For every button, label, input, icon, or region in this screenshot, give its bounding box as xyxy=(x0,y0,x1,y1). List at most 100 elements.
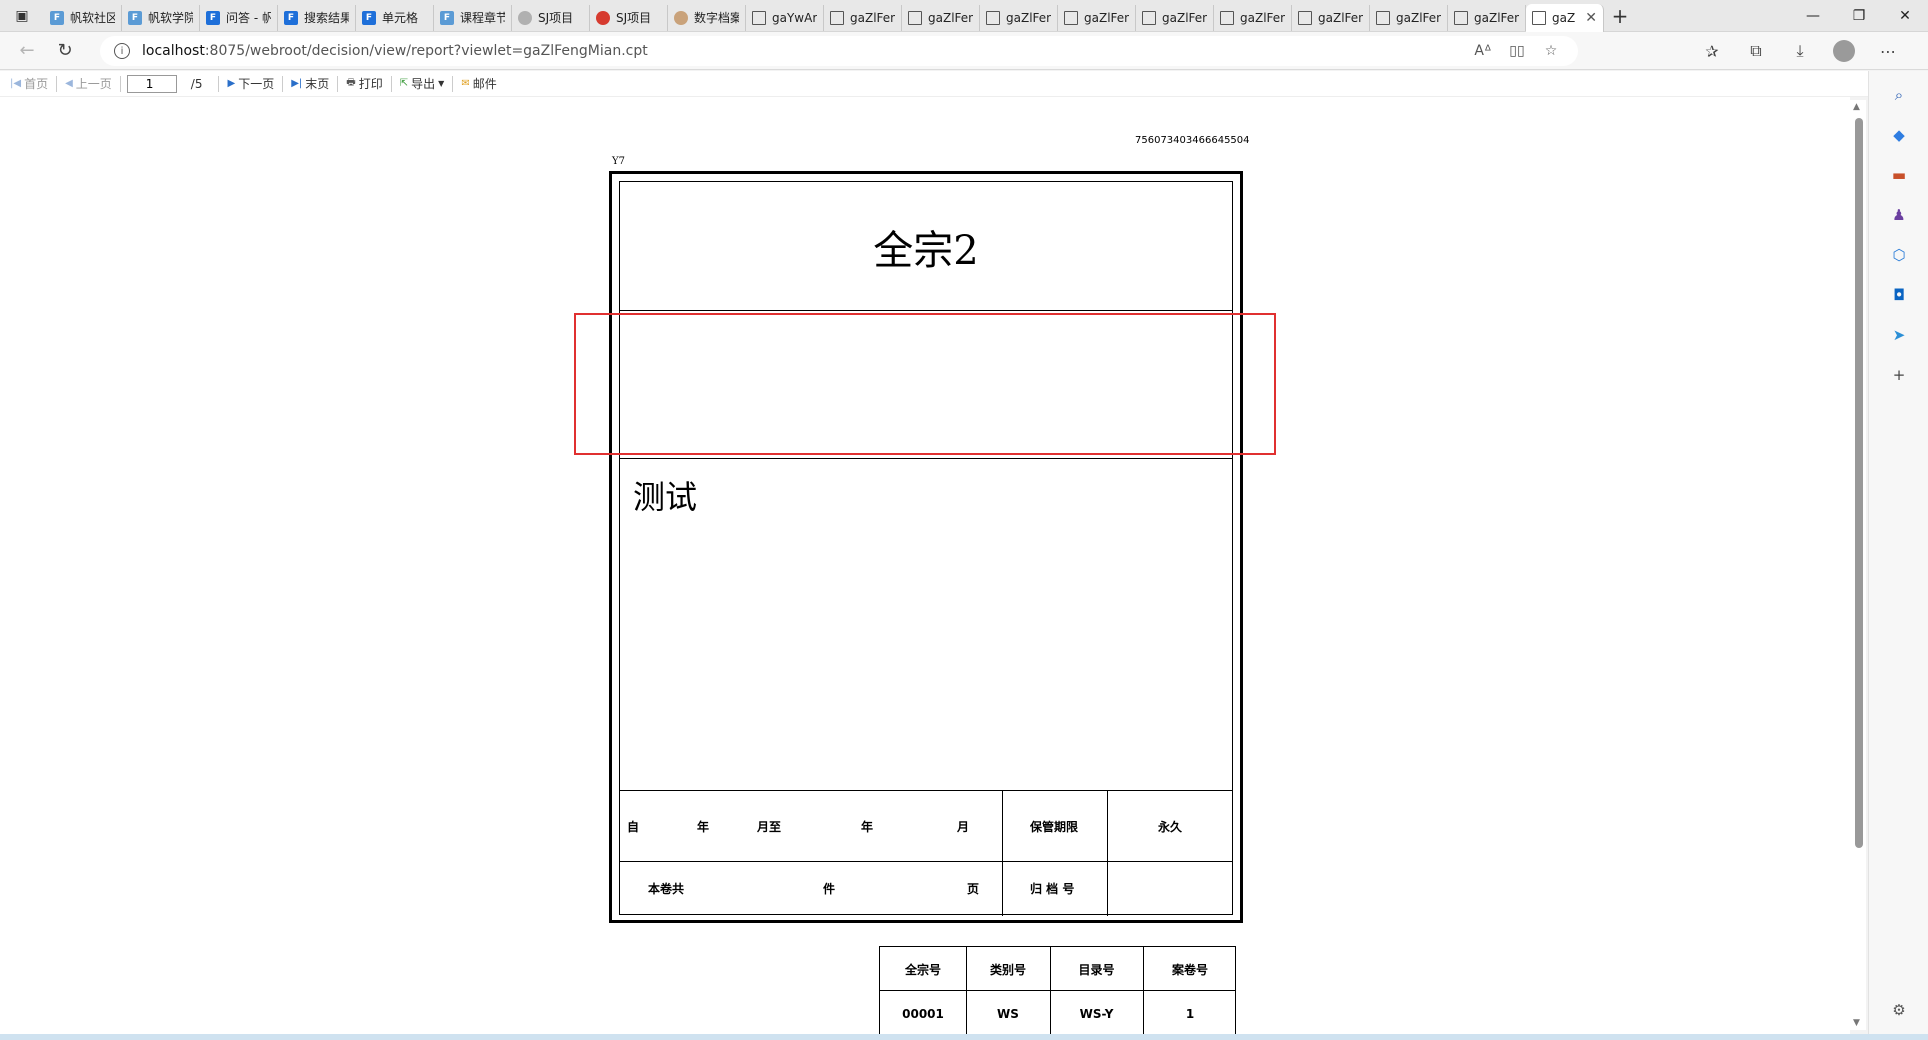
add-icon[interactable]: + xyxy=(1869,355,1928,395)
document-icon xyxy=(1532,10,1546,25)
browser-actions: ✰ ⧉ ⤓ ⋯ xyxy=(1690,34,1910,68)
archive-number-label: 归 档 号 xyxy=(1030,882,1075,896)
last-page-icon: ▶| xyxy=(291,78,303,89)
page-number-input[interactable] xyxy=(126,74,177,93)
tab-item[interactable]: gaZlFen xyxy=(1370,4,1448,31)
tab-label: gaZlFen xyxy=(1084,10,1129,25)
refresh-icon: ↻ xyxy=(57,40,73,61)
scroll-down-icon[interactable]: ▼ xyxy=(1853,1018,1860,1028)
tab-label: SJ项目 xyxy=(616,11,652,25)
games-icon[interactable]: ♟ xyxy=(1869,195,1928,235)
close-tab-icon[interactable]: ✕ xyxy=(1585,10,1597,26)
tab-actions-button[interactable]: ▣ xyxy=(0,0,44,32)
tab-item[interactable]: gaZlFen xyxy=(1058,4,1136,31)
tab-item[interactable]: F 帆软学院 xyxy=(122,4,200,31)
more-menu-icon[interactable]: ⋯ xyxy=(1866,34,1910,68)
tab-item[interactable]: SJ项目 xyxy=(590,4,668,31)
small-label: Y7 xyxy=(612,156,625,167)
tab-label: gaZlFen xyxy=(850,10,895,25)
profile-avatar[interactable] xyxy=(1833,40,1855,62)
print-button[interactable]: 🖶 打印 xyxy=(340,73,388,95)
toolbar-separator xyxy=(218,75,220,92)
site-info-icon[interactable]: i xyxy=(114,43,130,59)
tab-item[interactable]: gaYwAr xyxy=(746,4,824,31)
tab-item[interactable]: gaZlFen xyxy=(1214,4,1292,31)
tab-item[interactable]: F 课程章节 xyxy=(434,4,512,31)
microsoft-365-icon[interactable]: ⬡ xyxy=(1869,235,1928,275)
reader-view-icon[interactable]: ▯▯ xyxy=(1500,36,1534,66)
favicon-icon: F xyxy=(440,10,454,25)
table-cell: 00001 xyxy=(902,1007,944,1021)
downloads-icon[interactable]: ⤓ xyxy=(1778,34,1822,68)
url-field[interactable]: i localhost:8075/webroot/decision/view/r… xyxy=(100,36,1578,66)
page-total: /5 xyxy=(190,76,203,91)
retention-period-label: 保管期限 xyxy=(1030,820,1079,834)
prev-page-label: 上一页 xyxy=(75,77,112,91)
first-page-button[interactable]: |◀ 首页 xyxy=(4,73,54,95)
tab-item[interactable]: gaZlFen xyxy=(1292,4,1370,31)
window-controls: — ❐ ✕ xyxy=(1790,0,1928,32)
prev-page-button[interactable]: ◀ 上一页 xyxy=(59,73,118,95)
id-table: 全宗号 类别号 目录号 案卷号 00001 WS WS-Y 1 xyxy=(879,946,1236,1040)
scrollbar-thumb[interactable] xyxy=(1855,118,1863,848)
next-page-button[interactable]: ▶ 下一页 xyxy=(221,73,280,95)
items-label: 件 xyxy=(823,882,836,896)
volume-total-label: 本卷共 xyxy=(648,882,685,896)
search-icon[interactable]: ⌕ xyxy=(1869,75,1928,115)
next-page-label: 下一页 xyxy=(238,77,275,91)
tab-item[interactable]: gaZlFen xyxy=(1136,4,1214,31)
toolbox-icon[interactable]: ▬ xyxy=(1869,155,1928,195)
chevron-down-icon: ▼ xyxy=(438,79,445,88)
document-icon xyxy=(908,10,922,25)
tab-item[interactable]: SJ项目 xyxy=(512,4,590,31)
first-page-icon: |◀ xyxy=(10,78,22,89)
tab-label: gaZlFen xyxy=(928,10,973,25)
close-window-icon[interactable]: ✕ xyxy=(1882,0,1928,32)
favorite-star-icon[interactable]: ☆ xyxy=(1534,36,1568,66)
tab-item[interactable]: F 问答 - 帆 xyxy=(200,4,278,31)
restore-icon[interactable]: ❐ xyxy=(1836,0,1882,32)
page-scrollbar[interactable]: ▲ ▼ xyxy=(1850,100,1866,1030)
favorites-icon[interactable]: ✰ xyxy=(1690,34,1734,68)
outlook-icon[interactable]: ◘ xyxy=(1869,275,1928,315)
mail-icon: ✉ xyxy=(461,78,470,89)
collections-icon[interactable]: ⧉ xyxy=(1734,34,1778,68)
minimize-icon[interactable]: — xyxy=(1790,0,1836,32)
back-button[interactable]: ← xyxy=(8,34,46,68)
new-tab-button[interactable]: + xyxy=(1604,0,1636,32)
tab-label: gaZlFen xyxy=(1240,10,1285,25)
column-divider xyxy=(1107,790,1108,916)
tab-item[interactable]: 数字档案 xyxy=(668,4,746,31)
send-icon[interactable]: ➤ xyxy=(1869,315,1928,355)
scroll-up-icon[interactable]: ▲ xyxy=(1853,102,1860,112)
mail-button[interactable]: ✉ 邮件 xyxy=(455,73,502,95)
shopping-tag-icon[interactable]: ◆ xyxy=(1869,115,1928,155)
document-icon xyxy=(830,10,844,25)
tab-item[interactable]: gaZlFen xyxy=(980,4,1058,31)
tab-item[interactable]: gaZlFen xyxy=(824,4,902,31)
tab-active[interactable]: gaZ ✕ xyxy=(1526,3,1604,32)
document-icon xyxy=(1142,10,1156,25)
gear-icon[interactable]: ⚙ xyxy=(1869,990,1928,1030)
pages-label: 页 xyxy=(967,882,980,896)
favicon-icon xyxy=(596,10,610,25)
refresh-button[interactable]: ↻ xyxy=(46,34,84,68)
tab-item[interactable]: gaZlFen xyxy=(1448,4,1526,31)
retention-period-value: 永久 xyxy=(1158,820,1183,834)
last-page-label: 末页 xyxy=(305,77,330,91)
print-label: 打印 xyxy=(358,77,383,91)
tab-item[interactable]: F 搜索结果 xyxy=(278,4,356,31)
column-divider xyxy=(1002,790,1003,916)
tab-item[interactable]: gaZlFen xyxy=(902,4,980,31)
tab-label: gaZlFen xyxy=(1396,10,1441,25)
tab-label: 搜索结果 xyxy=(304,11,349,25)
tab-label: gaZlFen xyxy=(1474,10,1519,25)
tab-label: 课程章节 xyxy=(460,11,505,25)
read-aloud-icon[interactable]: Aᐞ xyxy=(1466,36,1500,66)
export-button[interactable]: ⇱ 导出 ▼ xyxy=(394,73,451,95)
url-host: localhost xyxy=(142,43,205,59)
last-page-button[interactable]: ▶| 末页 xyxy=(285,73,335,95)
tab-list: F 帆软社区 F 帆软学院 F 问答 - 帆 F 搜索结果 F 单元格 F 课程章节 SJ项目 SJ项目 数… xyxy=(44,1,1526,31)
tab-item[interactable]: F 帆软社区 xyxy=(44,4,122,31)
tab-item[interactable]: F 单元格 xyxy=(356,4,434,31)
